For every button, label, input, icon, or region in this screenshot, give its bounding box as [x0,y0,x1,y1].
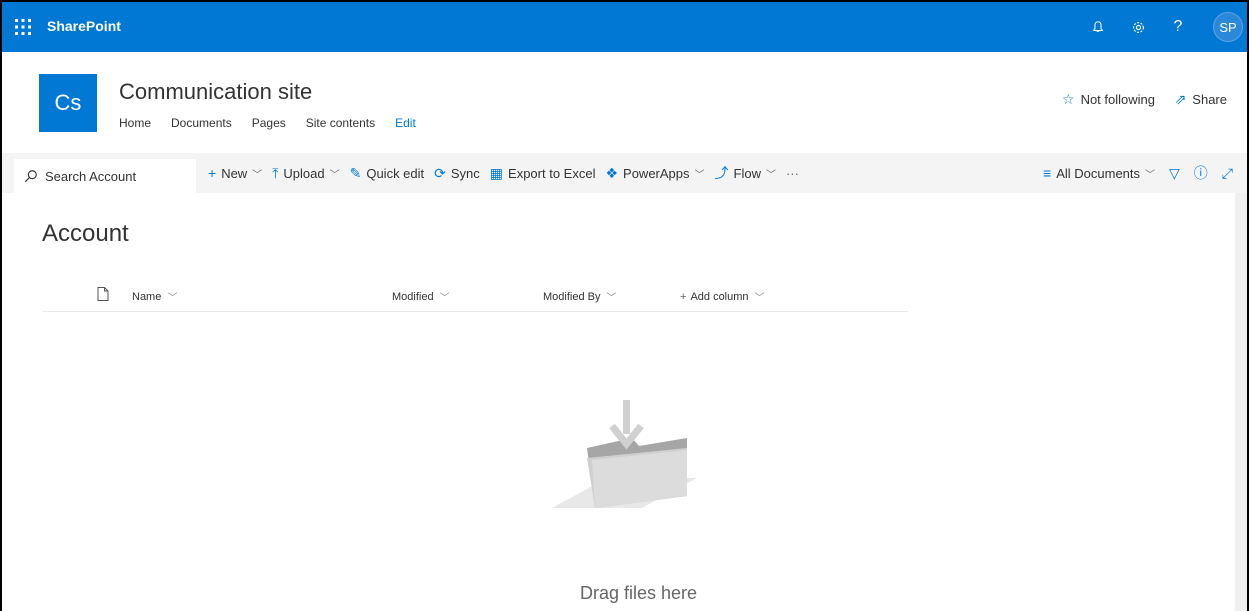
share-label: Share [1192,92,1227,107]
command-bar: Search Account + New ﹀ ⤒ Upload ﹀ ✎ Quic… [2,153,1247,193]
notifications-icon[interactable] [1085,14,1111,40]
quick-edit-button[interactable]: ✎ Quick edit [350,165,425,182]
search-icon [24,170,37,183]
sync-label: Sync [450,165,480,181]
info-button[interactable]: ⓘ [1194,163,1208,183]
export-to-excel-button[interactable]: ▦ Export to Excel [490,165,596,182]
nav-item-home[interactable]: Home [119,116,151,130]
vertical-scrollbar[interactable] [1235,193,1247,611]
share-icon: ⇗ [1174,91,1187,107]
view-switcher-button[interactable]: ≡ All Documents ﹀ [1043,165,1155,181]
sync-icon: ⟳ [434,164,446,181]
chevron-down-icon: ﹀ [765,169,776,181]
chevron-down-icon: ﹀ [439,293,450,304]
library-title: Account [42,220,129,247]
upload-button[interactable]: ⤒ Upload ﹀ [272,165,339,182]
suite-bar: SharePoint ? SP [2,2,1247,52]
plus-icon: + [680,290,687,303]
sync-button[interactable]: ⟳ Sync [434,165,480,182]
file-type-icon[interactable] [97,287,109,301]
nav-item-documents[interactable]: Documents [171,116,232,130]
flow-label: Flow [733,165,761,181]
new-button[interactable]: + New ﹀ [208,165,262,181]
app-window: SharePoint ? SP Cs Communication site Ho… [0,0,1249,611]
app-launcher-icon[interactable] [12,16,34,38]
powerapps-label: PowerApps [623,165,690,181]
plus-icon: + [208,165,217,181]
share-button[interactable]: ⇗ Share [1175,91,1227,108]
chevron-down-icon: ﹀ [754,293,765,304]
chevron-down-icon: ﹀ [252,169,263,181]
chevron-down-icon: ﹀ [167,293,178,304]
site-title[interactable]: Communication site [119,79,312,105]
follow-label: Not following [1080,92,1155,107]
command-list-right: ≡ All Documents ﹀ ▽ ⓘ ⤢ [1029,153,1233,193]
empty-folder-illustration [552,400,697,508]
search-label: Search Account [45,168,137,184]
quick-edit-label: Quick edit [366,165,425,181]
column-header-modified[interactable]: Modified ﹀ [392,289,450,305]
view-label: All Documents [1056,165,1141,181]
flow-button[interactable]: ⤴ Flow ﹀ [715,163,776,183]
upload-icon: ⤒ [272,164,279,181]
site-navigation: Home Documents Pages Site contents Edit [119,116,436,130]
nav-item-pages[interactable]: Pages [252,116,286,130]
powerapps-icon: ❖ [605,164,619,181]
new-label: New [221,165,248,181]
add-column-label: Add column [690,290,749,303]
column-headers: Name ﹀ Modified ﹀ Modified By ﹀ + Add co… [42,282,908,312]
chevron-down-icon: ﹀ [694,169,705,181]
pencil-icon: ✎ [349,164,362,181]
brand-name[interactable]: SharePoint [47,18,121,34]
help-icon[interactable]: ? [1165,14,1191,40]
user-avatar[interactable]: SP [1213,12,1243,42]
info-icon: ⓘ [1193,165,1208,181]
flow-icon: ⤴ [714,165,729,181]
chevron-down-icon: ﹀ [606,293,617,304]
filter-button[interactable]: ▽ [1169,165,1180,182]
site-logo[interactable]: Cs [39,74,97,132]
list-view-icon: ≡ [1043,165,1052,181]
filter-icon: ▽ [1169,164,1180,181]
chevron-down-icon: ﹀ [329,169,340,181]
more-label: ··· [785,165,799,181]
more-commands-button[interactable]: ··· [786,166,799,181]
follow-button[interactable]: ☆ Not following [1062,91,1155,108]
command-list: + New ﹀ ⤒ Upload ﹀ ✎ Quick edit ⟳ Sync ▦… [208,153,809,193]
column-name-label: Name [132,290,162,303]
export-label: Export to Excel [508,165,596,181]
expand-icon: ⤢ [1221,164,1233,181]
upload-label: Upload [283,165,325,181]
chevron-down-icon: ﹀ [1145,169,1156,181]
drag-files-hint: Drag files here [579,583,698,603]
search-box[interactable]: Search Account [14,159,196,193]
excel-icon: ▦ [489,164,504,181]
nav-edit-link[interactable]: Edit [395,116,416,130]
column-modified-label: Modified [392,290,434,303]
settings-gear-icon[interactable] [1125,14,1151,40]
column-modified-by-label: Modified By [543,290,601,303]
column-header-name[interactable]: Name ﹀ [132,289,178,305]
nav-item-site-contents[interactable]: Site contents [306,116,375,130]
add-column-button[interactable]: + Add column ﹀ [680,289,765,305]
powerapps-button[interactable]: ❖ PowerApps ﹀ [605,165,704,182]
column-header-modified-by[interactable]: Modified By ﹀ [543,289,617,305]
expand-button[interactable]: ⤢ [1222,165,1233,182]
star-icon: ☆ [1062,91,1075,107]
